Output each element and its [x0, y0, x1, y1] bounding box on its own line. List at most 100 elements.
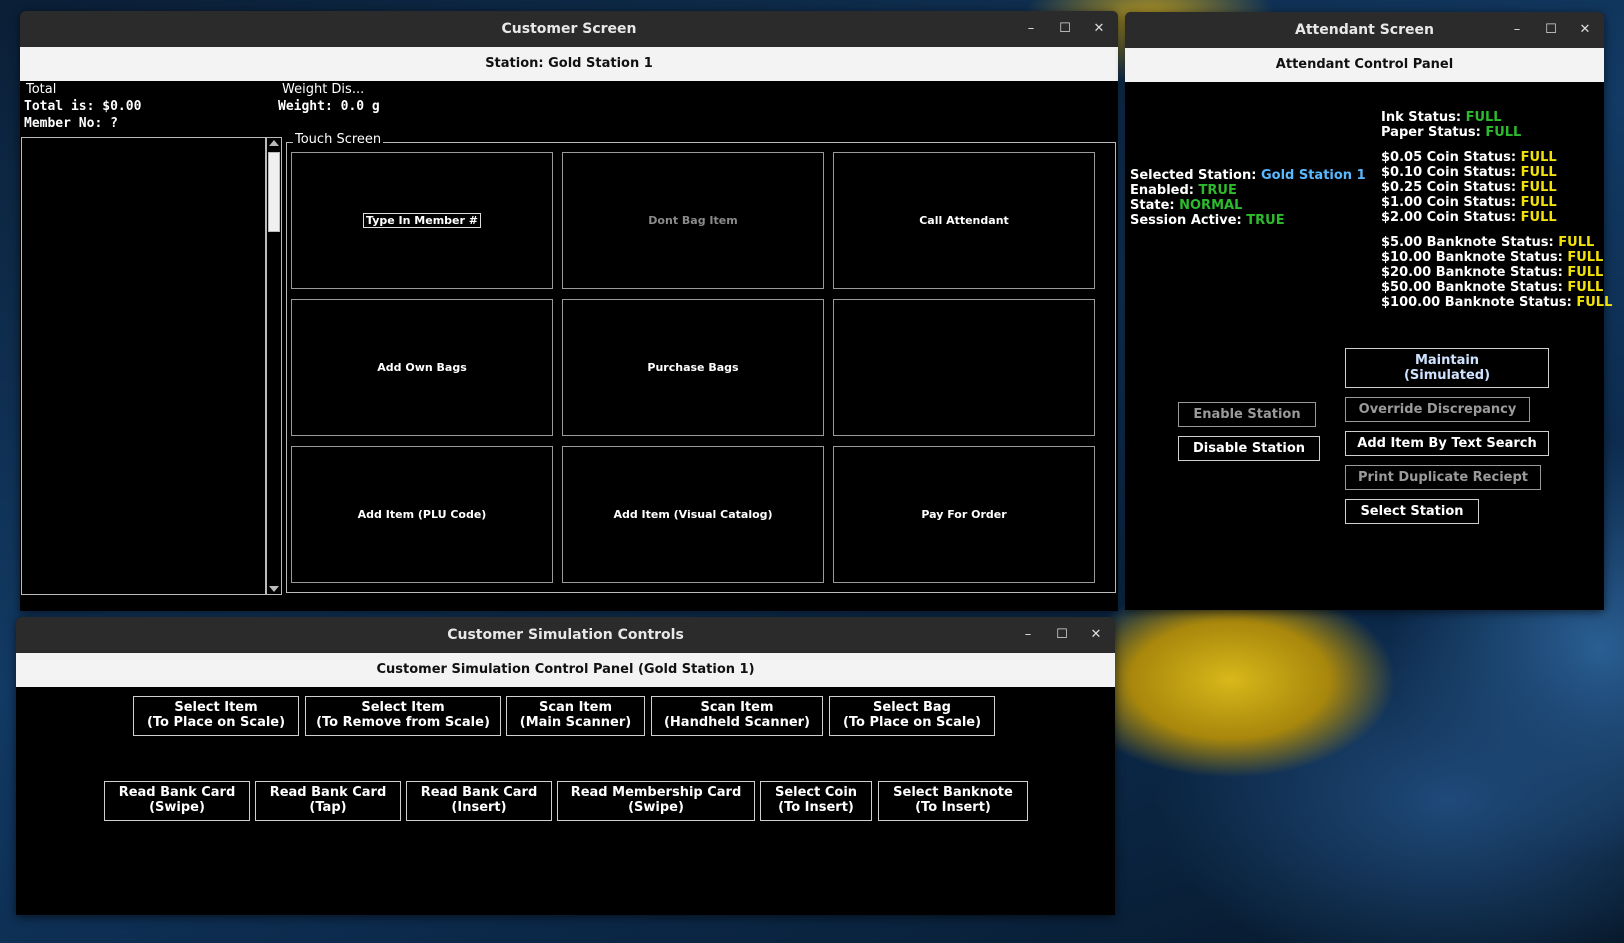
- print-duplicate-receipt-button[interactable]: Print Duplicate Reciept: [1345, 465, 1541, 490]
- paper-status-row: Paper Status: FULL: [1381, 125, 1521, 140]
- maximize-icon[interactable]: ☐: [1054, 11, 1076, 47]
- banknote-status-value: FULL: [1558, 235, 1595, 250]
- call-attendant-button[interactable]: Call Attendant: [833, 152, 1095, 289]
- session-value: TRUE: [1246, 213, 1285, 228]
- dont-bag-item-button[interactable]: Dont Bag Item: [562, 152, 824, 289]
- close-icon[interactable]: ✕: [1574, 12, 1596, 48]
- button-line1: Scan Item: [700, 700, 774, 715]
- simulation-titlebar[interactable]: Customer Simulation Controls – ☐ ✕: [16, 617, 1115, 653]
- button-line2: (To Remove from Scale): [316, 715, 490, 730]
- button-line1: Read Bank Card: [269, 785, 387, 800]
- close-icon[interactable]: ✕: [1088, 11, 1110, 47]
- button-line1: Read Membership Card: [570, 785, 742, 800]
- customer-screen-window: Customer Screen – ☐ ✕ Station: Gold Stat…: [20, 11, 1118, 611]
- read-membership-card-button[interactable]: Read Membership Card (Swipe): [557, 781, 755, 821]
- button-line2: (Handheld Scanner): [663, 715, 811, 730]
- add-item-plu-button[interactable]: Add Item (PLU Code): [291, 446, 553, 583]
- read-bank-card-insert-button[interactable]: Read Bank Card (Insert): [406, 781, 552, 821]
- select-coin-button[interactable]: Select Coin (To Insert): [760, 781, 872, 821]
- coin-status-value: FULL: [1520, 165, 1557, 180]
- session-label: Session Active:: [1130, 213, 1242, 228]
- scan-item-handheld-button[interactable]: Scan Item (Handheld Scanner): [651, 696, 823, 736]
- enabled-value: TRUE: [1198, 183, 1237, 198]
- enable-station-button[interactable]: Enable Station: [1178, 402, 1316, 427]
- scan-item-main-button[interactable]: Scan Item (Main Scanner): [506, 696, 645, 736]
- enabled-label: Enabled:: [1130, 183, 1194, 198]
- enabled-row: Enabled: TRUE: [1130, 183, 1237, 198]
- minimize-icon[interactable]: –: [1506, 12, 1528, 48]
- banknote-status-row: $5.00 Banknote Status: FULL: [1381, 235, 1594, 250]
- button-line2: (Tap): [309, 800, 347, 815]
- coin-status-label: $0.25 Coin Status:: [1381, 180, 1517, 195]
- button-line1: Read Bank Card: [118, 785, 236, 800]
- button-line2: (To Place on Scale): [146, 715, 286, 730]
- ink-status-value: FULL: [1465, 110, 1502, 125]
- button-line2: (Swipe): [628, 800, 684, 815]
- button-line1: Scan Item: [538, 700, 613, 715]
- maximize-icon[interactable]: ☐: [1540, 12, 1562, 48]
- button-line2: (Main Scanner): [519, 715, 632, 730]
- dont-bag-item-label: Dont Bag Item: [648, 214, 738, 227]
- button-line1: Select Item: [174, 700, 258, 715]
- attendant-panel-header: Attendant Control Panel: [1125, 48, 1604, 82]
- override-discrepancy-button[interactable]: Override Discrepancy: [1345, 397, 1530, 422]
- add-item-text-search-button[interactable]: Add Item By Text Search: [1345, 431, 1549, 456]
- button-line1: Select Coin: [774, 785, 858, 800]
- weight-title: Weight Dis...: [282, 82, 365, 97]
- add-own-bags-label: Add Own Bags: [377, 361, 467, 374]
- attendant-screen-titlebar[interactable]: Attendant Screen – ☐ ✕: [1125, 12, 1604, 48]
- add-own-bags-button[interactable]: Add Own Bags: [291, 299, 553, 436]
- banknote-status-row: $50.00 Banknote Status: FULL: [1381, 280, 1603, 295]
- close-icon[interactable]: ✕: [1085, 617, 1107, 653]
- banknote-status-label: $10.00 Banknote Status:: [1381, 250, 1563, 265]
- item-list[interactable]: [21, 137, 266, 595]
- select-item-place-button[interactable]: Select Item (To Place on Scale): [133, 696, 299, 736]
- call-attendant-label: Call Attendant: [919, 214, 1009, 227]
- maintain-button[interactable]: Maintain (Simulated): [1345, 348, 1549, 388]
- maximize-icon[interactable]: ☐: [1051, 617, 1073, 653]
- window-title: Attendant Screen: [1295, 22, 1434, 38]
- add-item-visual-catalog-button[interactable]: Add Item (Visual Catalog): [562, 446, 824, 583]
- coin-status-label: $2.00 Coin Status:: [1381, 210, 1517, 225]
- scroll-down-icon[interactable]: [269, 586, 279, 592]
- select-bag-button[interactable]: Select Bag (To Place on Scale): [829, 696, 995, 736]
- total-text: Total is: $0.00: [24, 99, 142, 114]
- minimize-icon[interactable]: –: [1017, 617, 1039, 653]
- banknote-status-label: $5.00 Banknote Status:: [1381, 235, 1554, 250]
- attendant-screen-window: Attendant Screen – ☐ ✕ Attendant Control…: [1125, 12, 1612, 610]
- scroll-thumb[interactable]: [268, 152, 280, 232]
- type-in-member-label: Type In Member #: [363, 213, 481, 228]
- minimize-icon[interactable]: –: [1020, 11, 1042, 47]
- list-scrollbar[interactable]: [266, 137, 282, 595]
- disable-station-button[interactable]: Disable Station: [1178, 436, 1320, 461]
- coin-status-value: FULL: [1520, 210, 1557, 225]
- banknote-status-value: FULL: [1567, 250, 1604, 265]
- select-banknote-button[interactable]: Select Banknote (To Insert): [878, 781, 1028, 821]
- banknote-status-label: $100.00 Banknote Status:: [1381, 295, 1572, 310]
- empty-touch-button[interactable]: [833, 299, 1095, 436]
- type-in-member-button[interactable]: Type In Member #: [291, 152, 553, 289]
- purchase-bags-label: Purchase Bags: [647, 361, 739, 374]
- simulation-panel-header: Customer Simulation Control Panel (Gold …: [16, 653, 1115, 687]
- banknote-status-value: FULL: [1576, 295, 1613, 310]
- read-bank-card-swipe-button[interactable]: Read Bank Card (Swipe): [104, 781, 250, 821]
- coin-status-row: $2.00 Coin Status: FULL: [1381, 210, 1557, 225]
- scroll-up-icon[interactable]: [269, 140, 279, 146]
- maintain-line2: (Simulated): [1403, 368, 1491, 383]
- select-station-button[interactable]: Select Station: [1345, 499, 1479, 524]
- banknote-status-value: FULL: [1567, 265, 1604, 280]
- pay-for-order-button[interactable]: Pay For Order: [833, 446, 1095, 583]
- coin-status-row: $0.25 Coin Status: FULL: [1381, 180, 1557, 195]
- window-title: Customer Screen: [501, 21, 637, 37]
- customer-screen-titlebar[interactable]: Customer Screen – ☐ ✕: [20, 11, 1118, 47]
- coin-status-label: $1.00 Coin Status:: [1381, 195, 1517, 210]
- total-title: Total: [26, 82, 57, 97]
- session-row: Session Active: TRUE: [1130, 213, 1285, 228]
- selected-station-row: Selected Station: Gold Station 1: [1130, 168, 1366, 183]
- select-item-remove-button[interactable]: Select Item (To Remove from Scale): [305, 696, 501, 736]
- maintain-line1: Maintain: [1414, 353, 1480, 368]
- button-line1: Read Bank Card: [420, 785, 538, 800]
- purchase-bags-button[interactable]: Purchase Bags: [562, 299, 824, 436]
- touch-screen-title: Touch Screen: [293, 132, 384, 147]
- read-bank-card-tap-button[interactable]: Read Bank Card (Tap): [255, 781, 401, 821]
